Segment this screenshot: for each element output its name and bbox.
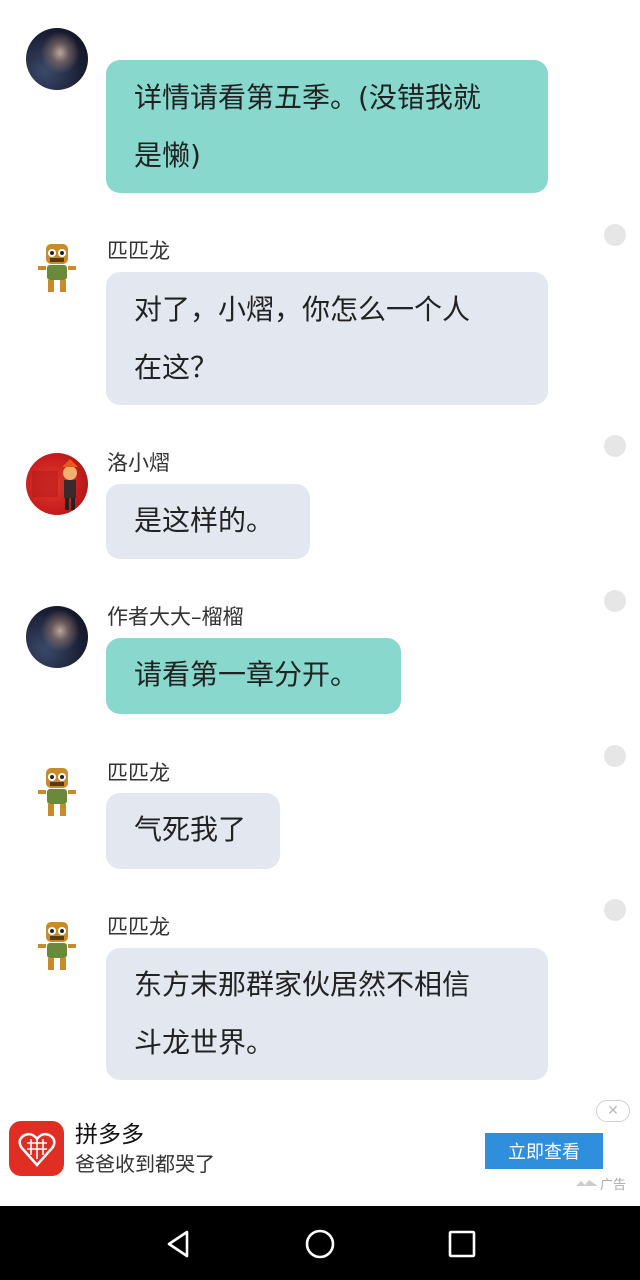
- message-text-line: 在这？: [134, 351, 219, 384]
- status-dot: [604, 590, 626, 612]
- status-dot: [604, 899, 626, 921]
- recents-icon[interactable]: [446, 1228, 478, 1260]
- system-navigation-bar: [0, 1206, 640, 1280]
- message-text-line: 对了，小熠，你怎么一个人: [134, 293, 471, 326]
- back-icon[interactable]: [163, 1228, 195, 1260]
- message-text-line: 东方末那群家伙居然不相信: [134, 968, 471, 1001]
- sender-name: 洛小熠: [107, 451, 170, 475]
- ad-app-name: 拼多多: [75, 1122, 144, 1148]
- message-text-line: 请看第一章分开。: [134, 658, 359, 691]
- close-icon[interactable]: ✕: [596, 1100, 630, 1122]
- sender-name: 匹匹龙: [107, 761, 170, 785]
- status-dot: [604, 745, 626, 767]
- ad-label: 广告: [600, 1178, 627, 1193]
- author-avatar[interactable]: [26, 606, 88, 668]
- sender-name: 作者大大–榴榴: [107, 605, 244, 629]
- message-bubble[interactable]: 详情请看第五季。(没错我就 是懒): [106, 60, 548, 193]
- robot-avatar[interactable]: [26, 914, 88, 976]
- pinduoduo-logo[interactable]: [9, 1121, 64, 1176]
- status-dot: [604, 224, 626, 246]
- red-avatar[interactable]: [26, 453, 88, 515]
- ad-tagline: 爸爸收到都哭了: [75, 1152, 215, 1176]
- ad-view-button[interactable]: 立即查看: [485, 1133, 603, 1169]
- message-bubble[interactable]: 对了，小熠，你怎么一个人 在这？: [106, 272, 548, 405]
- message-bubble[interactable]: 请看第一章分开。: [106, 638, 401, 714]
- message-text-line: 气死我了: [134, 813, 247, 846]
- message-bubble[interactable]: 是这样的。: [106, 484, 310, 559]
- ad-banner[interactable]: 拼多多 爸爸收到都哭了 立即查看 ✕ 广告: [0, 1098, 640, 1206]
- message-text-line: 详情请看第五季。(没错我就: [134, 81, 481, 114]
- status-dot: [604, 435, 626, 457]
- robot-avatar[interactable]: [26, 236, 88, 298]
- chat-list[interactable]: 详情请看第五季。(没错我就 是懒) 匹匹龙 对了，小熠，你怎么一个人 在这？ 洛…: [0, 0, 640, 1100]
- home-icon[interactable]: [304, 1228, 336, 1260]
- message-text-line: 是这样的。: [134, 504, 275, 537]
- robot-avatar[interactable]: [26, 760, 88, 822]
- message-bubble[interactable]: 气死我了: [106, 793, 280, 869]
- message-text-line: 是懒): [134, 139, 201, 172]
- message-bubble[interactable]: 东方末那群家伙居然不相信 斗龙世界。: [106, 948, 548, 1080]
- message-text-line: 斗龙世界。: [134, 1026, 275, 1059]
- author-avatar[interactable]: [26, 28, 88, 90]
- sender-name: 匹匹龙: [107, 915, 170, 939]
- sender-name: 匹匹龙: [107, 239, 170, 263]
- ad-mark-icon: [576, 1180, 598, 1186]
